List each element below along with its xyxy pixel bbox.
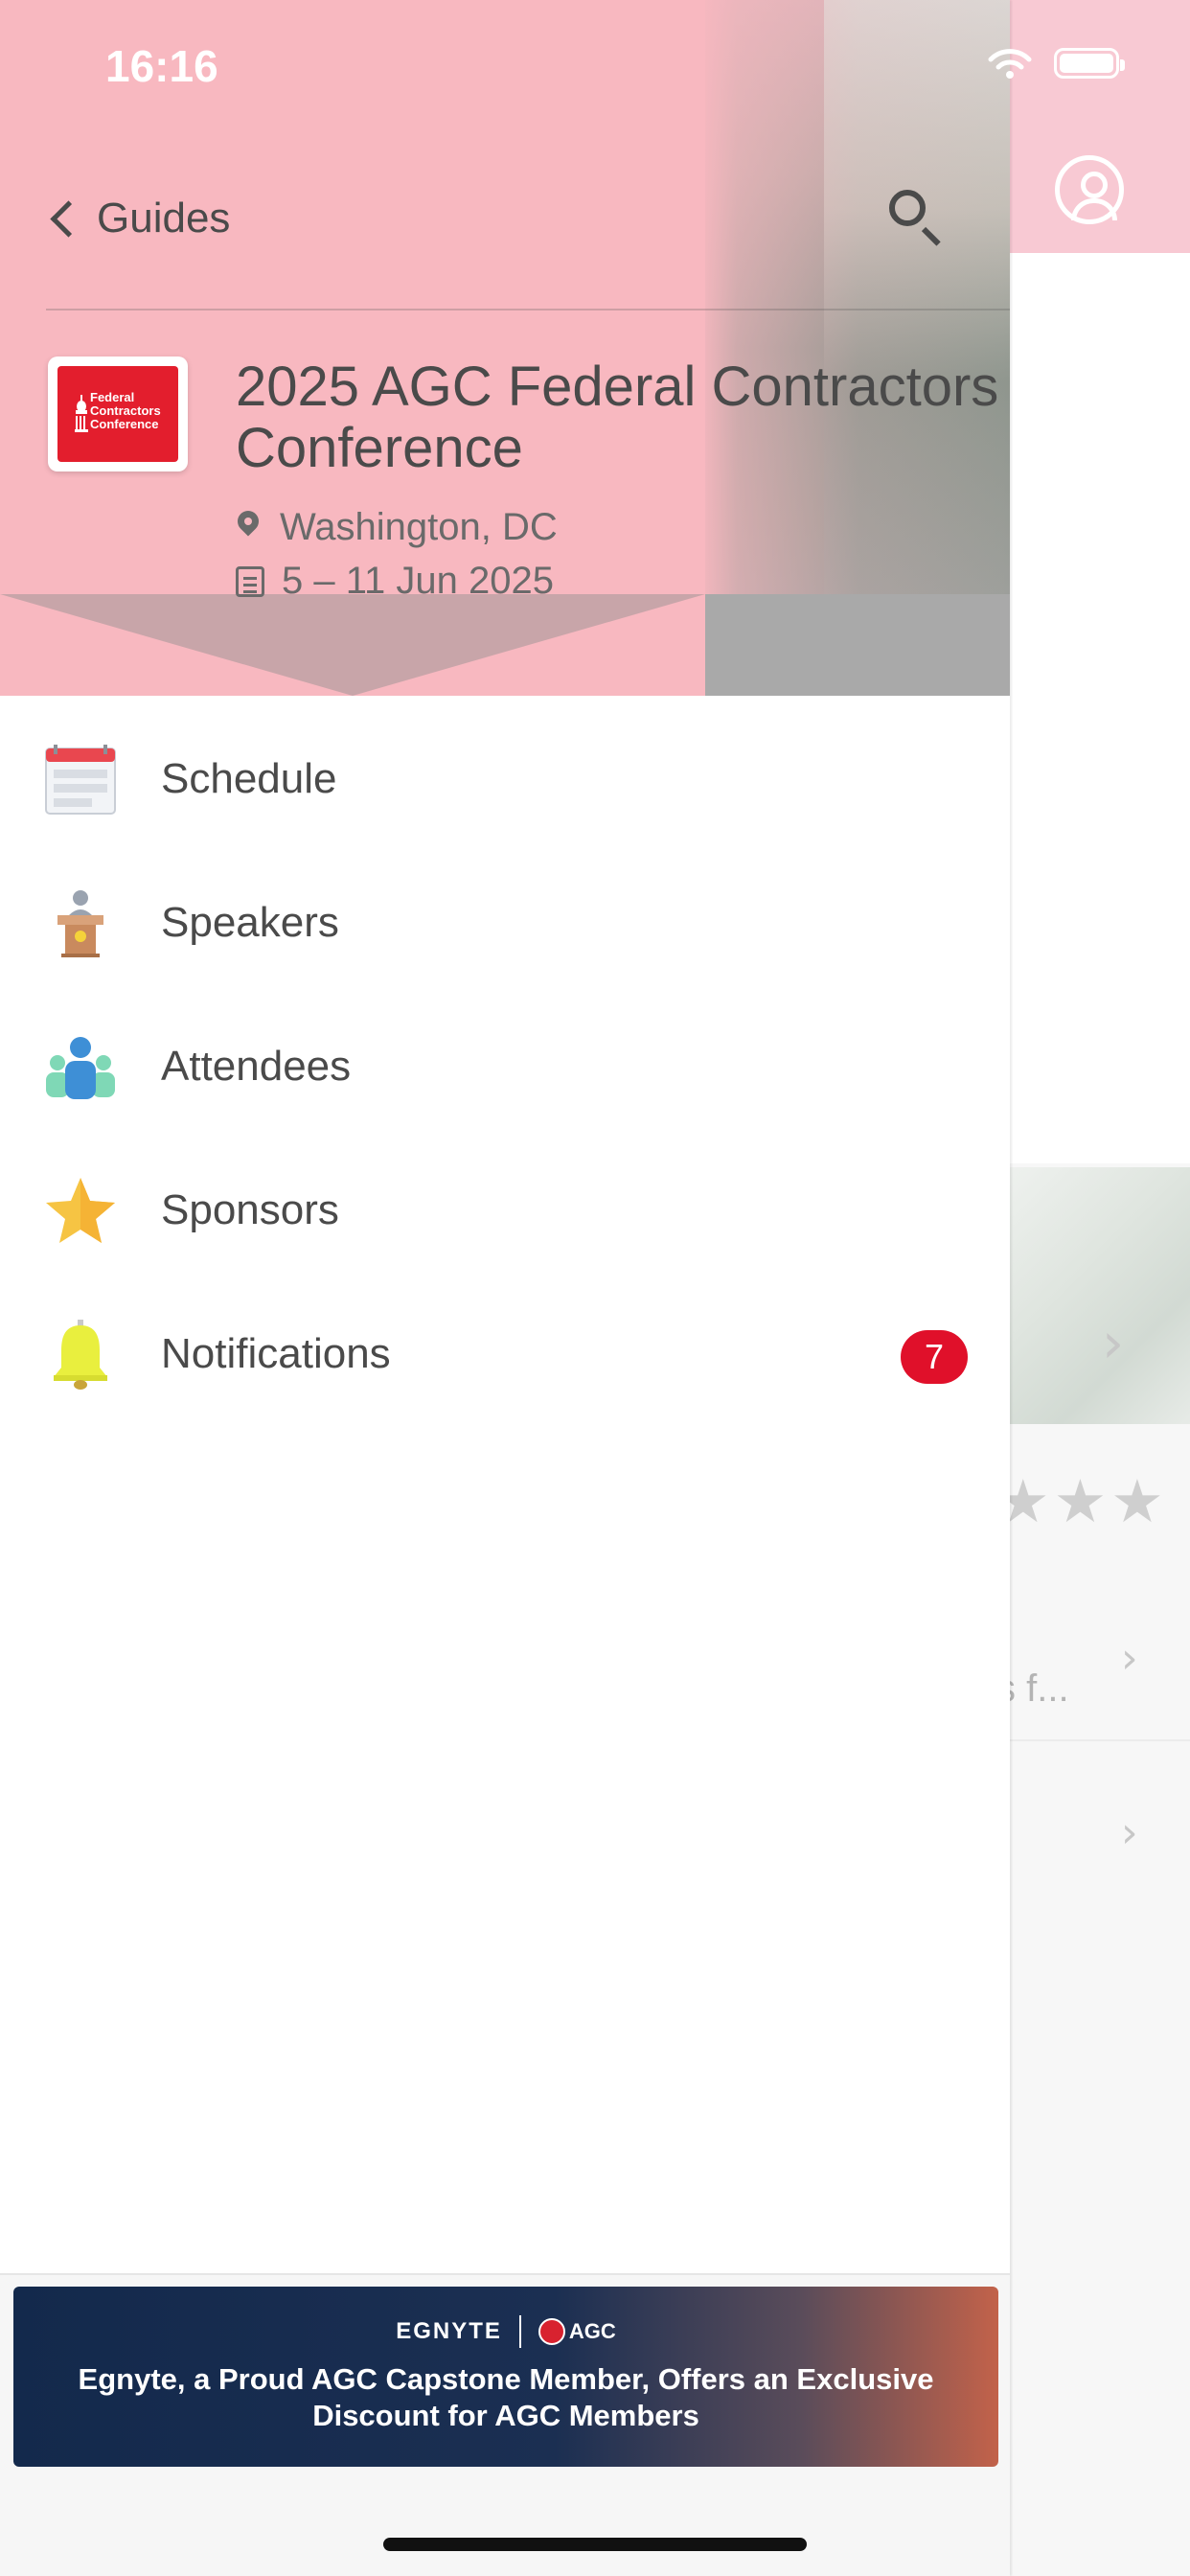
menu-label: Sponsors	[161, 1186, 339, 1233]
bell-icon	[54, 1320, 107, 1390]
chevron-right-icon[interactable]: ›	[1121, 1806, 1138, 1861]
event-logo: Federal Contractors Conference	[48, 356, 188, 472]
menu-label: Notifications	[161, 1330, 391, 1377]
battery-icon	[1054, 48, 1125, 79]
rating-stars: ★★★	[996, 1466, 1168, 1536]
people-icon	[46, 1037, 115, 1099]
event-title: 2025 AGC Federal Contractors Conference	[236, 356, 999, 479]
side-drawer: Guides Federal Contractors Conference 20…	[0, 0, 1010, 2576]
banner-logos: EGNYTE AGC	[13, 2315, 998, 2348]
menu-label: Attendees	[161, 1043, 352, 1090]
event-location: Washington, DC	[236, 506, 558, 549]
sponsor-banner[interactable]: EGNYTE AGC Egnyte, a Proud AGC Capstone …	[13, 2287, 998, 2467]
header-band-shape	[0, 594, 705, 696]
agc-logo: AGC	[538, 2318, 616, 2345]
search-icon[interactable]	[885, 186, 947, 247]
chevron-left-icon	[50, 199, 87, 238]
notification-badge: 7	[901, 1330, 968, 1384]
background-image	[1010, 1167, 1190, 1424]
menu-label: Schedule	[161, 755, 337, 802]
calendar-icon	[45, 745, 116, 815]
location-text: Washington, DC	[280, 506, 558, 548]
background-content	[1010, 253, 1190, 1163]
chevron-right-icon[interactable]: ›	[1102, 1315, 1124, 1370]
calendar-small-icon	[236, 565, 264, 597]
banner-separator	[518, 2315, 521, 2348]
wifi-icon	[988, 49, 1032, 79]
menu-label: Speakers	[161, 899, 339, 946]
star-icon	[46, 1178, 115, 1243]
egnyte-logo: EGNYTE	[396, 2318, 502, 2344]
event-logo-text: Federal Contractors Conference	[90, 390, 161, 431]
menu-item-speakers[interactable]: Speakers	[0, 851, 1010, 995]
menu-item-schedule[interactable]: Schedule	[0, 707, 1010, 851]
header-divider	[46, 309, 1010, 310]
event-dates: 5 – 11 Jun 2025	[236, 560, 554, 603]
divider	[1010, 1739, 1190, 1741]
profile-icon[interactable]	[1055, 155, 1124, 224]
location-pin-icon	[236, 511, 263, 545]
dates-text: 5 – 11 Jun 2025	[282, 560, 554, 602]
agc-emblem-icon	[538, 2318, 565, 2345]
menu-item-attendees[interactable]: Attendees	[0, 995, 1010, 1138]
capitol-dome-icon	[75, 395, 88, 432]
back-label: Guides	[97, 195, 231, 242]
podium-icon	[57, 890, 103, 957]
banner-text: Egnyte, a Proud AGC Capstone Member, Off…	[78, 2362, 934, 2432]
menu-item-notifications[interactable]: Notifications 7	[0, 1282, 1010, 1426]
back-button[interactable]: Guides	[46, 188, 230, 249]
home-indicator[interactable]	[383, 2538, 807, 2551]
drawer-header: Guides Federal Contractors Conference 20…	[0, 0, 1010, 696]
banner-container: EGNYTE AGC Egnyte, a Proud AGC Capstone …	[0, 2273, 1010, 2576]
status-time: 16:16	[105, 41, 218, 91]
menu-item-sponsors[interactable]: Sponsors	[0, 1138, 1010, 1282]
chevron-right-icon[interactable]: ›	[1121, 1631, 1138, 1687]
